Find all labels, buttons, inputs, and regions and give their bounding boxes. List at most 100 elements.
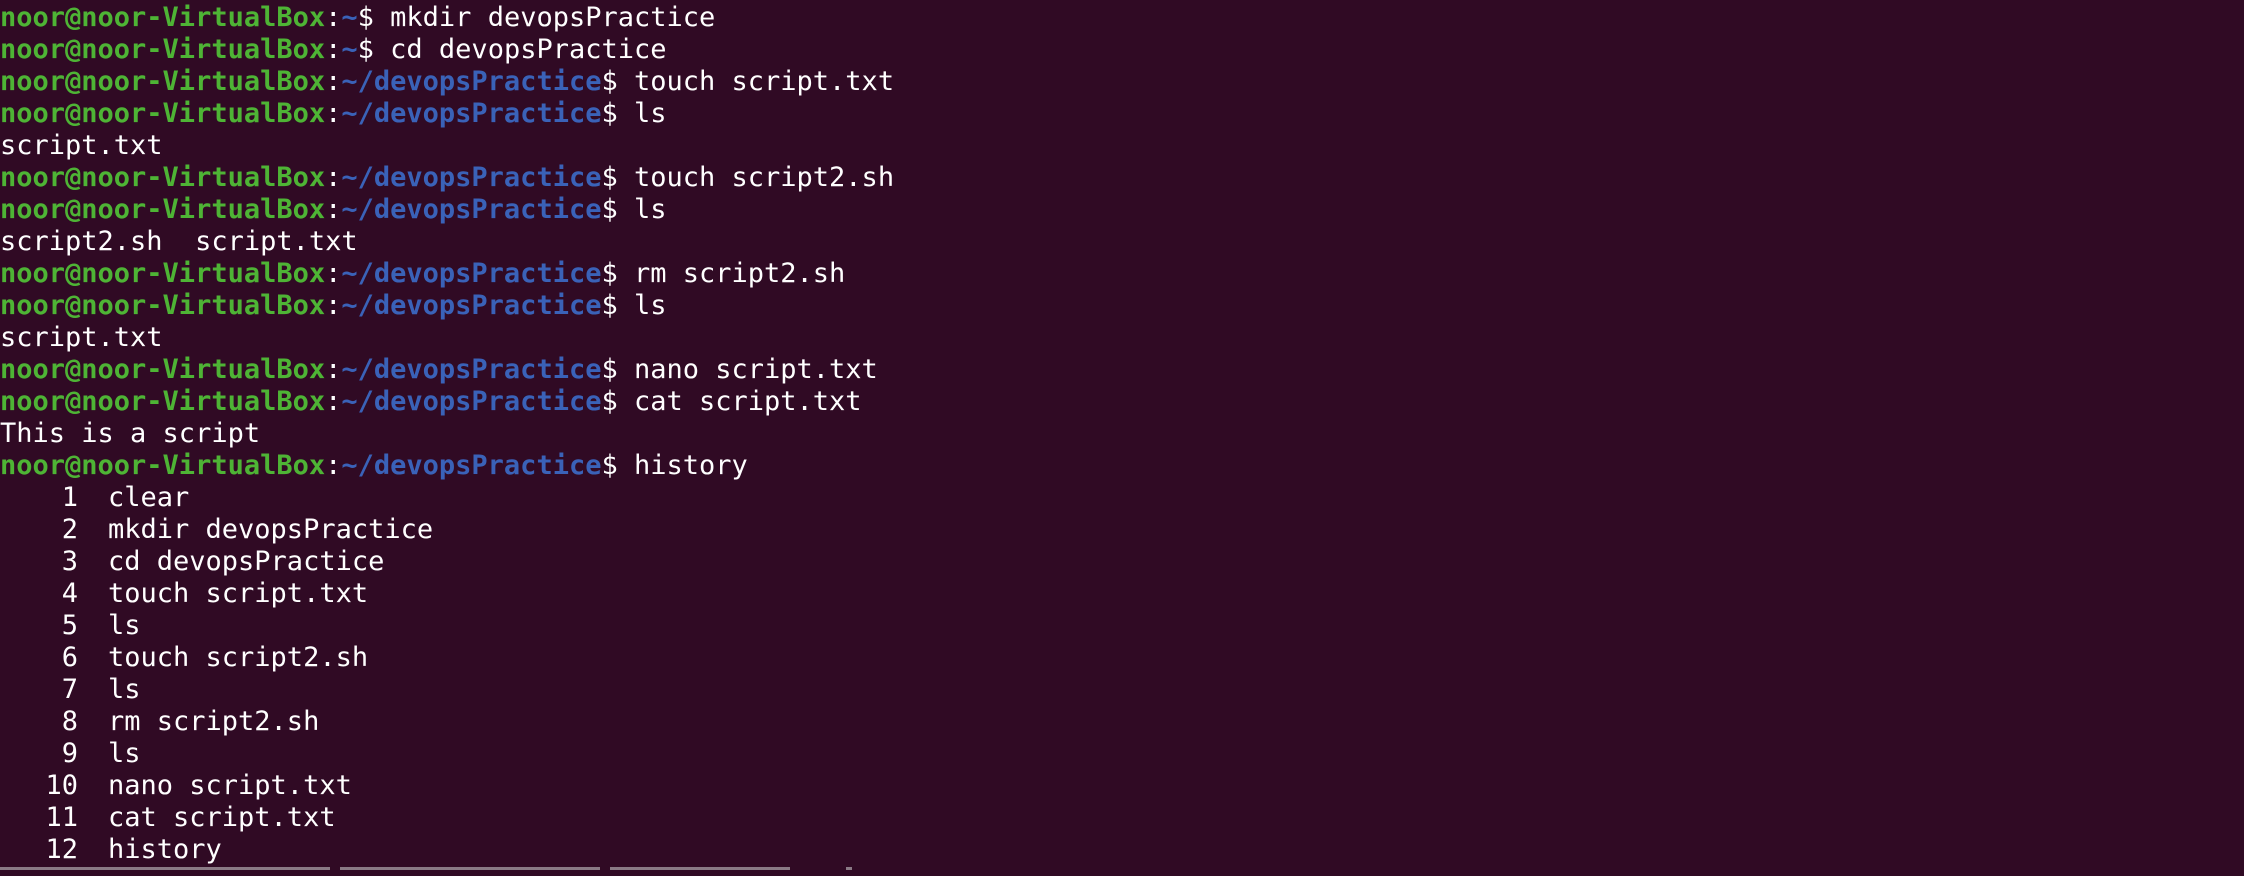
history-number: 5 [61, 610, 78, 641]
prompt-dollar: $ [601, 450, 634, 481]
prompt-user-host: noor@noor-VirtualBox [0, 386, 326, 417]
prompt-line: noor@noor-VirtualBox:~/devopsPractice$ c… [0, 386, 2244, 418]
command-text: ls [633, 194, 667, 225]
prompt-line: noor@noor-VirtualBox:~$ mkdir devopsPrac… [0, 2, 2244, 34]
history-number: 12 [45, 834, 78, 865]
prompt-user-host: noor@noor-VirtualBox [0, 450, 326, 481]
command-text: mkdir devopsPractice [390, 2, 716, 33]
prompt-path: ~/devopsPractice [341, 258, 602, 289]
prompt-user-host: noor@noor-VirtualBox [0, 194, 326, 225]
history-number: 7 [61, 674, 78, 705]
output-text: script.txt [0, 130, 163, 161]
history-command: history [108, 834, 222, 865]
output-text: script.txt [0, 322, 163, 353]
history-command: touch script.txt [108, 578, 369, 609]
history-number: 3 [61, 546, 78, 577]
prompt-separator: : [325, 98, 342, 129]
history-number: 1 [61, 482, 78, 513]
prompt-separator: : [325, 290, 342, 321]
history-command: ls [108, 610, 141, 641]
prompt-separator: : [325, 2, 342, 33]
prompt-path: ~/devopsPractice [341, 290, 602, 321]
output-text: script2.sh script.txt [0, 226, 358, 257]
prompt-user-host: noor@noor-VirtualBox [0, 258, 326, 289]
prompt-user-host: noor@noor-VirtualBox [0, 354, 326, 385]
prompt-line: noor@noor-VirtualBox:~/devopsPractice$ n… [0, 354, 2244, 386]
history-command: nano script.txt [108, 770, 352, 801]
output-line: script.txt [0, 130, 2244, 162]
prompt-path: ~/devopsPractice [341, 386, 602, 417]
prompt-path: ~ [341, 2, 358, 33]
prompt-user-host: noor@noor-VirtualBox [0, 2, 326, 33]
history-entry: 6 touch script2.sh [0, 642, 2244, 674]
prompt-dollar: $ [357, 2, 391, 33]
prompt-user-host: noor@noor-VirtualBox [0, 66, 326, 97]
history-command: clear [108, 482, 190, 513]
prompt-separator: : [325, 162, 342, 193]
prompt-separator: : [325, 66, 342, 97]
prompt-separator: : [325, 34, 342, 65]
prompt-line: noor@noor-VirtualBox:~/devopsPractice$ l… [0, 98, 2244, 130]
history-number: 4 [61, 578, 78, 609]
command-text: rm script2.sh [633, 258, 846, 289]
command-text: cd devopsPractice [390, 34, 667, 65]
prompt-dollar: $ [601, 66, 634, 97]
command-text: nano script.txt [633, 354, 878, 385]
history-entry: 11 cat script.txt [0, 802, 2244, 834]
terminal-output: noor@noor-VirtualBox:~$ mkdir devopsPrac… [0, 2, 2244, 866]
prompt-dollar: $ [357, 34, 391, 65]
history-entry: 9 ls [0, 738, 2244, 770]
prompt-line: noor@noor-VirtualBox:~/devopsPractice$ t… [0, 162, 2244, 194]
command-text: ls [633, 290, 667, 321]
history-entry: 10 nano script.txt [0, 770, 2244, 802]
history-entry: 1 clear [0, 482, 2244, 514]
history-number: 6 [61, 642, 78, 673]
history-entry: 3 cd devopsPractice [0, 546, 2244, 578]
prompt-path: ~/devopsPractice [341, 354, 602, 385]
terminal-window[interactable]: noor@noor-VirtualBox:~$ mkdir devopsPrac… [0, 0, 2244, 876]
history-entry: 7 ls [0, 674, 2244, 706]
history-entry: 8 rm script2.sh [0, 706, 2244, 738]
history-command: touch script2.sh [108, 642, 369, 673]
prompt-user-host: noor@noor-VirtualBox [0, 34, 326, 65]
prompt-dollar: $ [601, 290, 634, 321]
history-number: 9 [61, 738, 78, 769]
prompt-line: noor@noor-VirtualBox:~/devopsPractice$ r… [0, 258, 2244, 290]
prompt-line: noor@noor-VirtualBox:~/devopsPractice$ l… [0, 194, 2244, 226]
history-number: 11 [45, 802, 78, 833]
history-entry: 5 ls [0, 610, 2244, 642]
prompt-separator: : [325, 258, 342, 289]
prompt-dollar: $ [601, 386, 634, 417]
prompt-line: noor@noor-VirtualBox:~$ cd devopsPractic… [0, 34, 2244, 66]
prompt-path: ~/devopsPractice [341, 450, 602, 481]
history-command: cd devopsPractice [108, 546, 385, 577]
prompt-line: noor@noor-VirtualBox:~/devopsPractice$ h… [0, 450, 2244, 482]
output-line: script.txt [0, 322, 2244, 354]
prompt-path: ~/devopsPractice [341, 194, 602, 225]
history-entry: 2 mkdir devopsPractice [0, 514, 2244, 546]
prompt-dollar: $ [601, 162, 634, 193]
prompt-dollar: $ [601, 258, 634, 289]
command-text: history [633, 450, 748, 481]
history-number: 2 [61, 514, 78, 545]
history-number: 8 [61, 706, 78, 737]
prompt-line: noor@noor-VirtualBox:~/devopsPractice$ t… [0, 66, 2244, 98]
prompt-separator: : [325, 386, 342, 417]
history-entry: 12 history [0, 834, 2244, 866]
prompt-path: ~/devopsPractice [341, 66, 602, 97]
prompt-path: ~/devopsPractice [341, 98, 602, 129]
prompt-separator: : [325, 450, 342, 481]
history-entry: 4 touch script.txt [0, 578, 2244, 610]
history-command: cat script.txt [108, 802, 336, 833]
prompt-dollar: $ [601, 98, 634, 129]
output-line: This is a script [0, 418, 2244, 450]
prompt-user-host: noor@noor-VirtualBox [0, 98, 326, 129]
history-command: rm script2.sh [108, 706, 320, 737]
command-text: cat script.txt [633, 386, 862, 417]
history-number: 10 [45, 770, 78, 801]
prompt-path: ~ [341, 34, 358, 65]
prompt-user-host: noor@noor-VirtualBox [0, 162, 326, 193]
history-command: ls [108, 738, 141, 769]
command-text: ls [633, 98, 667, 129]
prompt-dollar: $ [601, 354, 634, 385]
